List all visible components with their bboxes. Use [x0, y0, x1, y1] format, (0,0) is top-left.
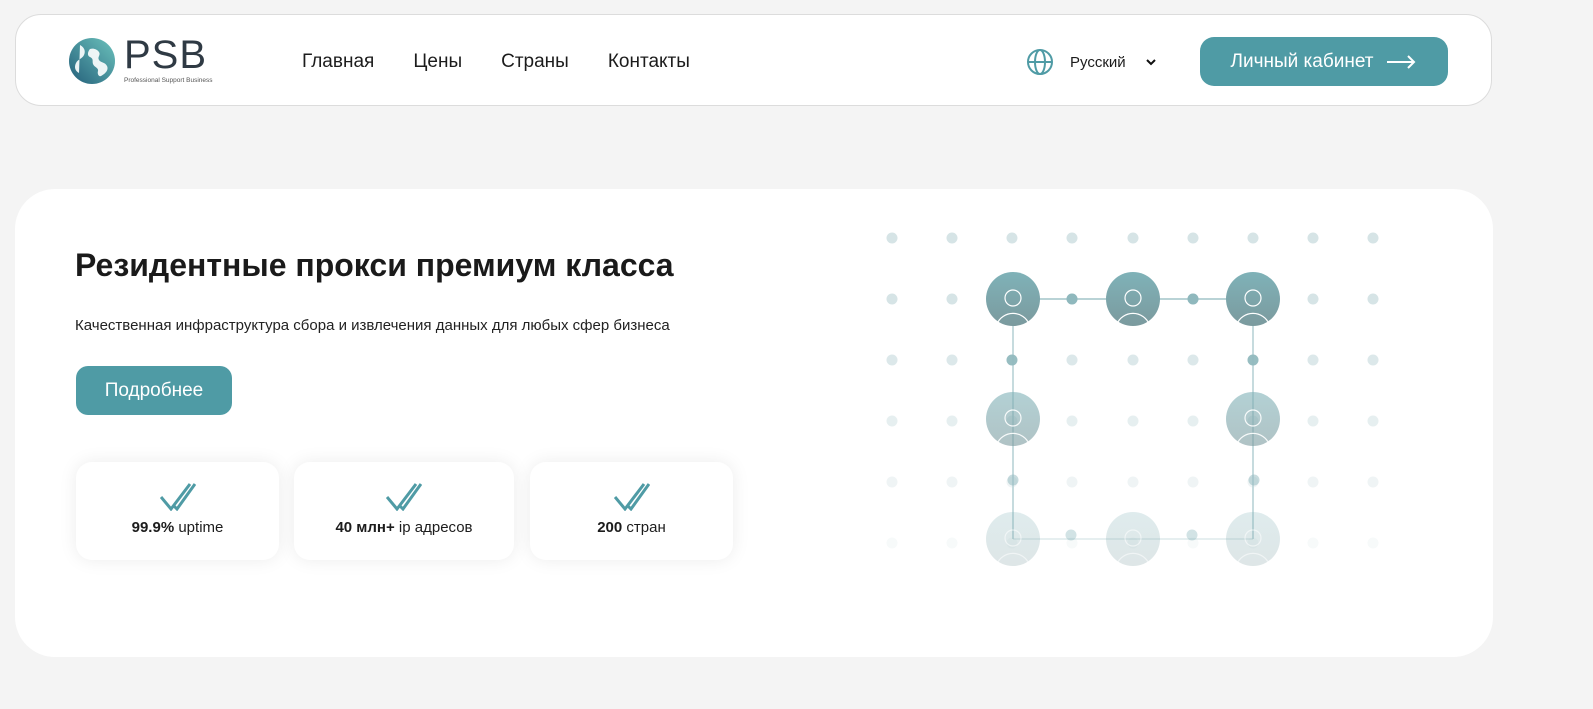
grid-dot: [1127, 232, 1139, 244]
stat-value: 40 млн+: [335, 519, 395, 536]
avatar-node: [1106, 272, 1160, 326]
nav-countries[interactable]: Страны: [501, 51, 569, 73]
logo[interactable]: PSB Professional Support Business: [66, 35, 213, 87]
grid-dot: [886, 537, 898, 549]
double-check-icon: [159, 483, 196, 511]
stat-card-uptime: 99.9% uptime: [76, 462, 279, 560]
more-button[interactable]: Подробнее: [76, 366, 232, 415]
grid-dot: [1307, 415, 1319, 427]
connector-node: [1066, 293, 1078, 305]
avatar-node: [1226, 272, 1280, 326]
avatar-node: [986, 272, 1040, 326]
stat-value: 200: [597, 519, 623, 536]
language-label: Русский: [1070, 53, 1126, 71]
avatar-node: [1226, 392, 1280, 446]
grid-dot: [1127, 476, 1139, 488]
grid-dot: [1307, 354, 1319, 366]
cabinet-button-label: Личный кабинет: [1230, 50, 1374, 72]
grid-dot: [1006, 232, 1018, 244]
language-selector[interactable]: Русский: [1026, 48, 1156, 76]
avatar-node: [986, 392, 1040, 446]
double-check-icon: [613, 483, 650, 511]
stat-label: uptime: [178, 519, 224, 536]
stat-value: 99.9%: [131, 519, 175, 536]
network-illustration: [886, 232, 1379, 566]
grid-dot: [946, 537, 958, 549]
globe-icon: [1027, 49, 1053, 75]
grid-dot: [886, 293, 898, 305]
double-check-icon: [386, 483, 422, 511]
arrow-right-icon: [1387, 54, 1416, 69]
grid-dot: [1127, 354, 1139, 366]
grid-dot: [1187, 476, 1199, 488]
grid-dot: [946, 293, 958, 305]
avatar-node: [986, 512, 1040, 566]
grid-dot: [1066, 354, 1078, 366]
grid-dot: [1127, 415, 1139, 427]
grid-dot: [1307, 293, 1319, 305]
grid-dot: [1367, 537, 1379, 549]
grid-dot: [1187, 415, 1199, 427]
grid-dot: [946, 354, 958, 366]
stat-card-ips: 40 млн+ ip адресов: [294, 462, 514, 560]
connector-node: [1065, 529, 1077, 541]
grid-dot: [1066, 415, 1078, 427]
stat-label: ip адресов: [398, 519, 473, 536]
avatar-node: [1106, 512, 1160, 566]
grid-dot: [1066, 476, 1078, 488]
nav-home[interactable]: Главная: [302, 51, 374, 73]
connector-node: [1187, 293, 1199, 305]
stat-card-countries: 200 стран: [530, 462, 733, 560]
grid-dot: [886, 415, 898, 427]
nav-contacts[interactable]: Контакты: [608, 51, 690, 73]
grid-dot: [1367, 354, 1379, 366]
connector-node: [1186, 529, 1198, 541]
chevron-down-icon: [1145, 55, 1156, 69]
logo-word: PSB: [124, 33, 208, 77]
grid-dot: [1367, 415, 1379, 427]
logo-tagline: Professional Support Business: [124, 77, 213, 84]
stat-label: стран: [626, 519, 666, 536]
grid-dot: [946, 415, 958, 427]
grid-dot: [1367, 476, 1379, 488]
hero-section: Резидентные прокси премиум класса Качест…: [15, 189, 1493, 657]
grid-dot: [1066, 232, 1078, 244]
grid-dot: [1367, 232, 1379, 244]
grid-dot: [1307, 476, 1319, 488]
nav-prices[interactable]: Цены: [413, 51, 462, 73]
grid-dot: [1187, 354, 1199, 366]
globe-logo-icon: [69, 38, 115, 84]
avatar-node: [1226, 512, 1280, 566]
hero-title: Резидентные прокси премиум класса: [75, 247, 674, 283]
grid-dot: [946, 232, 958, 244]
header: PSB Professional Support Business Главна…: [15, 14, 1492, 106]
connector-node: [1007, 474, 1019, 486]
grid-dot: [1307, 232, 1319, 244]
grid-dot: [946, 476, 958, 488]
connector-node: [1247, 354, 1259, 366]
connector-node: [1006, 354, 1018, 366]
grid-dot: [1367, 293, 1379, 305]
grid-dot: [886, 232, 898, 244]
grid-dot: [886, 354, 898, 366]
cabinet-button[interactable]: Личный кабинет: [1200, 37, 1448, 86]
connector-node: [1248, 474, 1260, 486]
grid-dot: [1247, 232, 1259, 244]
hero-subtitle: Качественная инфраструктура сбора и извл…: [75, 317, 670, 334]
grid-dot: [1307, 537, 1319, 549]
main-nav: Главная Цены Страны Контакты: [302, 51, 690, 73]
grid-dot: [886, 476, 898, 488]
grid-dot: [1187, 232, 1199, 244]
